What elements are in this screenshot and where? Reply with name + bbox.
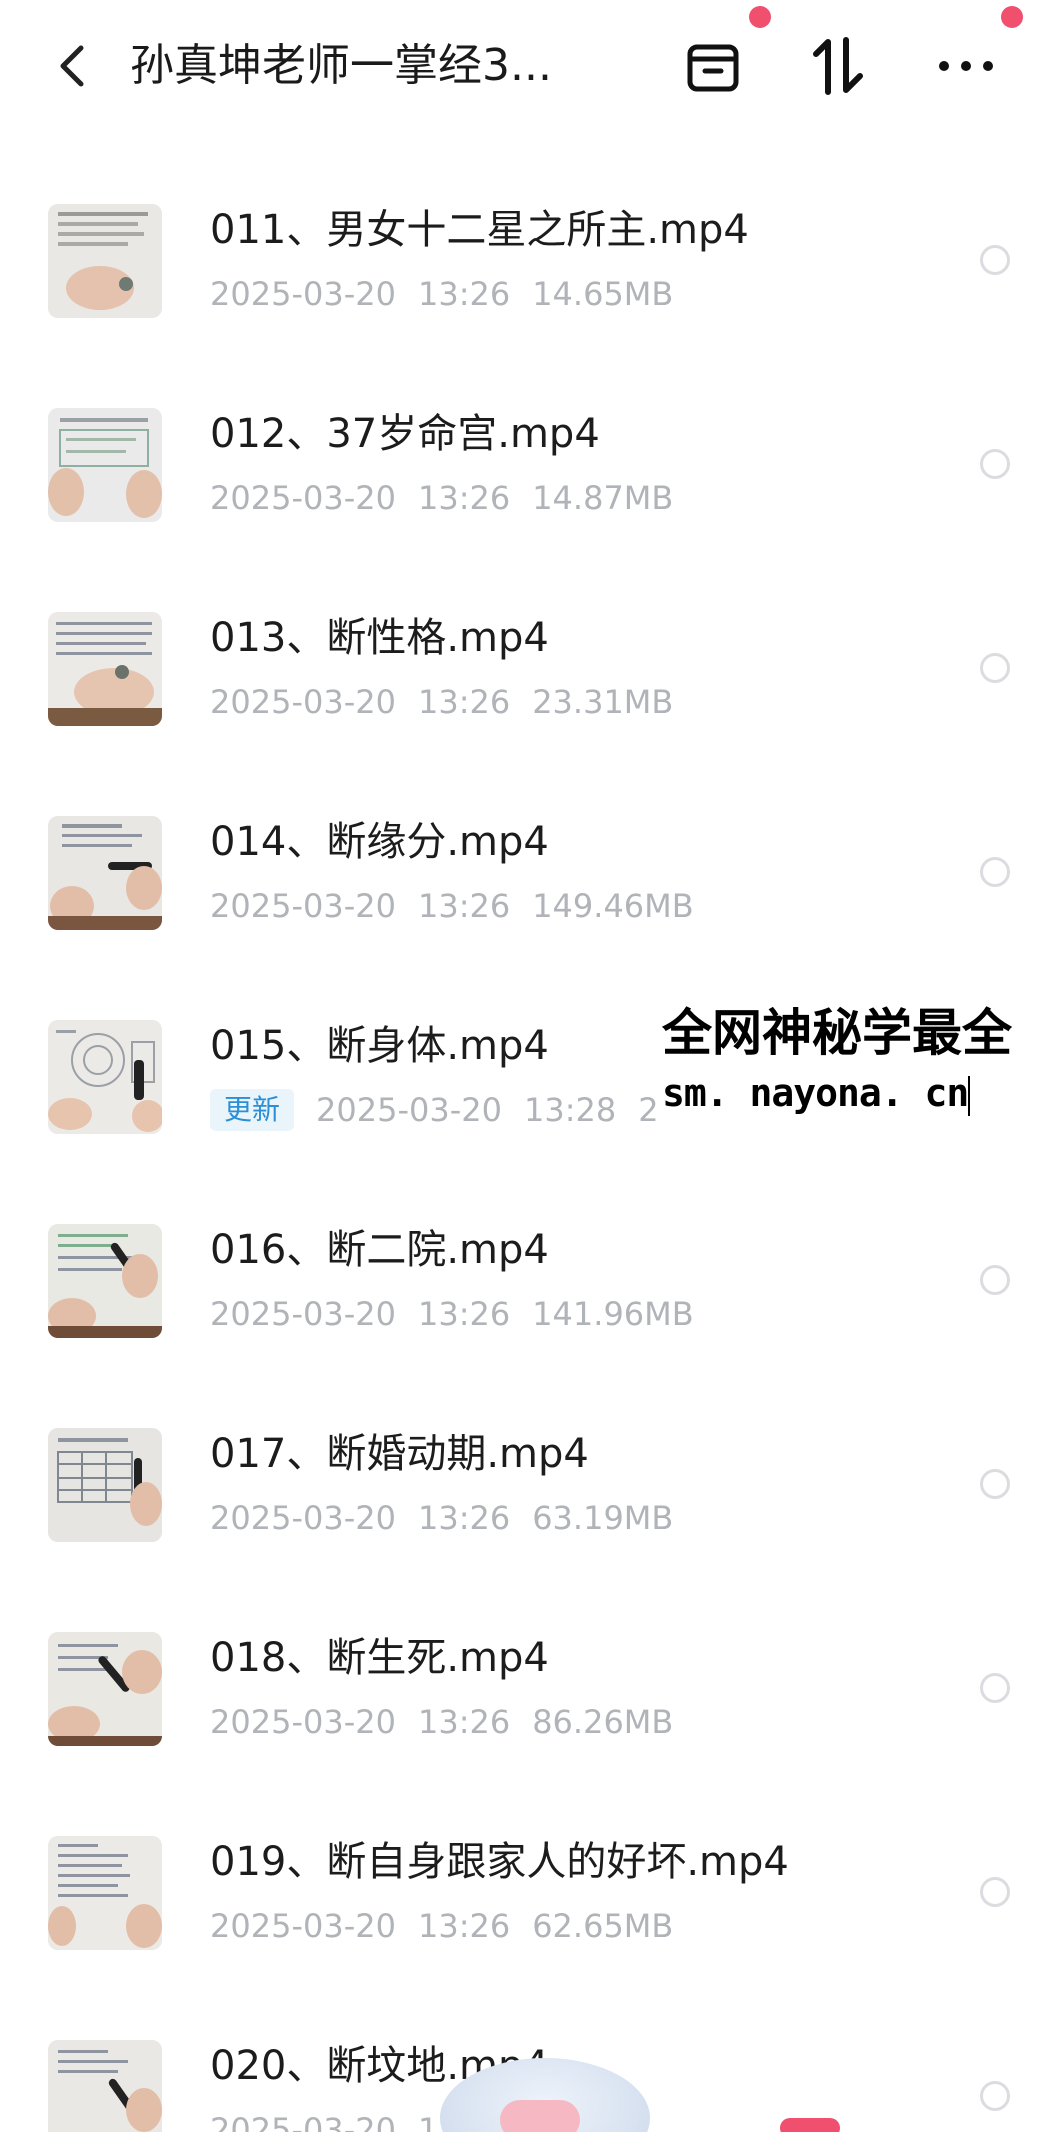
- list-item[interactable]: 013、断性格.mp4 2025-03-20 13:26 23.31MB: [0, 568, 1064, 772]
- file-date: 2025-03-20: [210, 683, 396, 721]
- file-time: 13:28: [523, 1091, 617, 1129]
- file-date: 2025-03-20: [210, 1703, 396, 1741]
- file-name: 019、断自身跟家人的好坏.mp4: [210, 1839, 789, 1885]
- file-date: 2025-03-20: [210, 2111, 396, 2132]
- select-radio[interactable]: [980, 1673, 1010, 1703]
- video-thumbnail: [48, 816, 162, 930]
- file-size: 2: [638, 1091, 659, 1129]
- file-date: 2025-03-20: [210, 887, 396, 925]
- list-item[interactable]: 012、37岁命宫.mp4 2025-03-20 13:26 14.87MB: [0, 364, 1064, 568]
- file-date: 2025-03-20: [210, 1499, 396, 1537]
- list-item[interactable]: 014、断缘分.mp4 2025-03-20 13:26 149.46MB: [0, 772, 1064, 976]
- select-radio[interactable]: [980, 857, 1010, 887]
- select-radio[interactable]: [980, 1469, 1010, 1499]
- select-radio[interactable]: [980, 2081, 1010, 2111]
- update-badge: 更新: [210, 1089, 295, 1131]
- list-item[interactable]: 016、断二院.mp4 2025-03-20 13:26 141.96MB: [0, 1180, 1064, 1384]
- file-meta: 2025-03-20 13:26 86.26MB: [210, 1700, 695, 1744]
- file-size: 141.96MB: [532, 1295, 694, 1333]
- file-time: 13:26: [417, 1499, 511, 1537]
- file-meta: 2025-03-20 13:26 149.46MB: [210, 884, 716, 928]
- file-date: 2025-03-20: [316, 1091, 502, 1129]
- file-time: 13:26: [417, 1703, 511, 1741]
- file-meta: 2025-03-20 13:26 14.65MB: [210, 272, 695, 316]
- file-meta: 更新 2025-03-20 13:28 2: [210, 1088, 681, 1132]
- text-caret: [968, 1075, 971, 1116]
- video-thumbnail: [48, 1224, 162, 1338]
- watermark-url: sm. nayona. cn: [662, 1064, 971, 1122]
- video-thumbnail: [48, 1428, 162, 1542]
- file-size: 14.65MB: [532, 275, 674, 313]
- notification-dot: [1001, 6, 1023, 28]
- archive-box-icon: [687, 44, 739, 92]
- file-date: 2025-03-20: [210, 1295, 396, 1333]
- file-name: 016、断二院.mp4: [210, 1227, 549, 1273]
- list-item[interactable]: 018、断生死.mp4 2025-03-20 13:26 86.26MB: [0, 1588, 1064, 1792]
- sort-up-down-icon: [813, 37, 863, 95]
- file-meta: 2025-03-20 13:26 63.19MB: [210, 1496, 695, 1540]
- list-item[interactable]: 017、断婚动期.mp4 2025-03-20 13:26 63.19MB: [0, 1384, 1064, 1588]
- mascot-sticker-accent: [500, 2100, 580, 2132]
- select-radio[interactable]: [980, 653, 1010, 683]
- video-thumbnail: [48, 2040, 162, 2132]
- file-time: 13:26: [417, 887, 511, 925]
- file-date: 2025-03-20: [210, 275, 396, 313]
- more-dots-icon: [939, 61, 993, 71]
- watermark-url-text: sm. nayona. cn: [662, 1071, 969, 1115]
- file-name: 017、断婚动期.mp4: [210, 1431, 589, 1477]
- notification-dot: [749, 6, 771, 28]
- file-date: 2025-03-20: [210, 479, 396, 517]
- back-button[interactable]: [44, 28, 100, 104]
- select-radio[interactable]: [980, 245, 1010, 275]
- file-list: 011、男女十二星之所主.mp4 2025-03-20 13:26 14.65M…: [0, 160, 1064, 2132]
- video-thumbnail: [48, 408, 162, 522]
- list-item[interactable]: 011、男女十二星之所主.mp4 2025-03-20 13:26 14.65M…: [0, 160, 1064, 364]
- file-name: 015、断身体.mp4: [210, 1023, 549, 1069]
- video-thumbnail: [48, 204, 162, 318]
- select-radio[interactable]: [980, 1265, 1010, 1295]
- file-meta: 2025-03-20 13:26 14.87MB: [210, 476, 695, 520]
- file-size: 149.46MB: [532, 887, 694, 925]
- file-size: 14.87MB: [532, 479, 674, 517]
- watermark-overlay: 全网神秘学最全 sm. nayona. cn: [660, 1002, 1064, 1124]
- video-thumbnail: [48, 1836, 162, 1950]
- file-size: 62.65MB: [532, 1907, 674, 1945]
- select-radio[interactable]: [980, 1877, 1010, 1907]
- file-meta: 2025-03-20 13:26 23.31MB: [210, 680, 695, 724]
- bottom-indicator: [780, 2118, 840, 2132]
- video-thumbnail: [48, 1632, 162, 1746]
- sort-button[interactable]: [800, 28, 876, 104]
- file-time: 13:26: [417, 479, 511, 517]
- archive-button[interactable]: [675, 28, 751, 104]
- file-meta: 2025-03-20 13:26 62.65MB: [210, 1904, 695, 1948]
- top-bar: 孙真坤老师一掌经3...: [0, 0, 1064, 140]
- file-list-screen: 孙真坤老师一掌经3... 011、男女十二星之所主.mp4 2025-03-20…: [0, 0, 1064, 2132]
- file-time: 13:26: [417, 683, 511, 721]
- file-name: 011、男女十二星之所主.mp4: [210, 207, 749, 253]
- file-name: 018、断生死.mp4: [210, 1635, 549, 1681]
- video-thumbnail: [48, 612, 162, 726]
- file-name: 014、断缘分.mp4: [210, 819, 549, 865]
- video-thumbnail: [48, 1020, 162, 1134]
- file-time: 13:26: [417, 1907, 511, 1945]
- more-button[interactable]: [928, 28, 1004, 104]
- file-size: 23.31MB: [532, 683, 674, 721]
- chevron-left-icon: [60, 45, 84, 87]
- file-name: 013、断性格.mp4: [210, 615, 549, 661]
- file-name: 012、37岁命宫.mp4: [210, 411, 600, 457]
- watermark-text: 全网神秘学最全: [662, 1004, 1012, 1062]
- file-time: 13:26: [417, 275, 511, 313]
- file-size: 86.26MB: [532, 1703, 674, 1741]
- select-radio[interactable]: [980, 449, 1010, 479]
- file-meta: 2025-03-20 13:26 141.96MB: [210, 1292, 716, 1336]
- page-title: 孙真坤老师一掌经3...: [130, 40, 552, 91]
- list-item[interactable]: 019、断自身跟家人的好坏.mp4 2025-03-20 13:26 62.65…: [0, 1792, 1064, 1996]
- file-time: 13:26: [417, 1295, 511, 1333]
- file-date: 2025-03-20: [210, 1907, 396, 1945]
- file-size: 63.19MB: [532, 1499, 674, 1537]
